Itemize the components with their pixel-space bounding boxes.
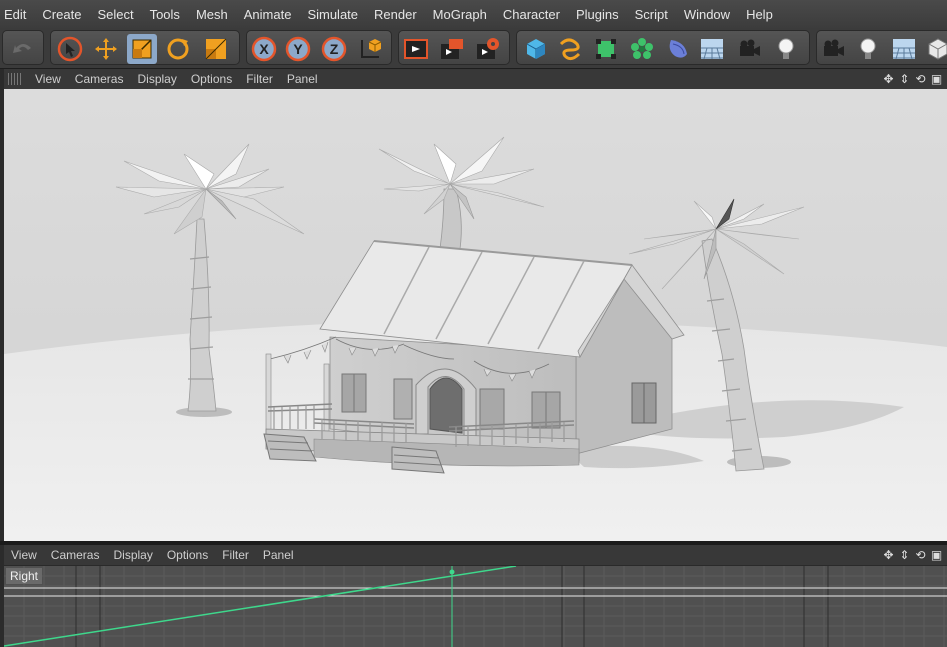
menu-animate[interactable]: Animate [236, 7, 300, 22]
camera-label: Right [6, 568, 43, 584]
viewport2-menu-cameras[interactable]: Cameras [44, 548, 107, 562]
render-picture-viewer-icon[interactable] [437, 34, 467, 64]
menu-create[interactable]: Create [34, 7, 89, 22]
orbit-icon-2[interactable]: ⟲ [914, 548, 927, 562]
viewport2-menu-display[interactable]: Display [106, 548, 159, 562]
render-view-icon[interactable] [401, 34, 431, 64]
render-group [398, 30, 510, 65]
nurbs-icon[interactable] [591, 34, 621, 64]
objects-group [516, 30, 810, 65]
orbit-icon[interactable]: ⟲ [914, 72, 927, 86]
scene-render [4, 136, 947, 541]
viewport-menubar-bottom: View Cameras Display Options Filter Pane… [4, 545, 947, 565]
viewport2-menu-options[interactable]: Options [160, 548, 215, 562]
maximize-icon-2[interactable]: ▣ [930, 548, 943, 562]
main-toolbar: X Y Z [0, 28, 947, 69]
menu-tools[interactable]: Tools [142, 7, 188, 22]
array-icon[interactable] [627, 34, 657, 64]
scene-group [816, 30, 947, 65]
menu-mesh[interactable]: Mesh [188, 7, 236, 22]
right-viewport[interactable]: Right [4, 566, 947, 647]
move-icon[interactable] [91, 34, 121, 64]
cube-icon-2[interactable] [923, 34, 947, 64]
floor-icon[interactable] [697, 34, 727, 64]
menu-window[interactable]: Window [676, 7, 738, 22]
menu-mograph[interactable]: MoGraph [425, 7, 495, 22]
live-selection-icon[interactable] [55, 34, 85, 64]
render-settings-icon[interactable] [473, 34, 503, 64]
undo-group [2, 30, 44, 65]
menu-script[interactable]: Script [627, 7, 676, 22]
floor-icon-2[interactable] [889, 34, 919, 64]
menu-edit[interactable]: Edit [0, 7, 34, 22]
rotate-icon[interactable] [163, 34, 193, 64]
maximize-icon[interactable]: ▣ [930, 72, 943, 86]
menu-select[interactable]: Select [89, 7, 141, 22]
viewport-menu-filter[interactable]: Filter [239, 72, 280, 86]
zoom-icon-2[interactable]: ⇕ [898, 548, 911, 562]
y-axis-icon[interactable]: Y [283, 34, 313, 64]
y-axis-label: Y [293, 41, 303, 57]
center-palm-tree [378, 136, 545, 250]
viewport-controls: ✥ ⇕ ⟲ ▣ [882, 72, 943, 86]
z-axis-label: Z [330, 41, 339, 57]
axis-group: X Y Z [246, 30, 392, 65]
scale-icon[interactable] [127, 34, 157, 64]
pan-icon[interactable]: ✥ [882, 72, 895, 86]
perspective-viewport[interactable] [4, 89, 947, 541]
viewport2-menu-view[interactable]: View [4, 548, 44, 562]
viewport-menu-options[interactable]: Options [184, 72, 239, 86]
menu-character[interactable]: Character [495, 7, 568, 22]
camera-icon-2[interactable] [819, 34, 849, 64]
viewport-menubar: View Cameras Display Options Filter Pane… [4, 69, 947, 89]
menu-help[interactable]: Help [738, 7, 781, 22]
camera-icon[interactable] [735, 34, 765, 64]
light-icon-2[interactable] [853, 34, 883, 64]
x-axis-label: X [259, 41, 269, 57]
viewport2-menu-panel[interactable]: Panel [256, 548, 301, 562]
viewport-menu-cameras[interactable]: Cameras [68, 72, 131, 86]
tools-group [50, 30, 240, 65]
spline-icon[interactable] [555, 34, 585, 64]
panel-grip-icon[interactable] [8, 73, 22, 85]
viewport-menu-view[interactable]: View [28, 72, 68, 86]
menu-render[interactable]: Render [366, 7, 425, 22]
deformer-icon[interactable] [663, 34, 693, 64]
z-axis-icon[interactable]: Z [319, 34, 349, 64]
pan-icon-2[interactable]: ✥ [882, 548, 895, 562]
recent-tool-icon[interactable] [201, 34, 231, 64]
zoom-icon[interactable]: ⇕ [898, 72, 911, 86]
light-icon[interactable] [771, 34, 801, 64]
menu-plugins[interactable]: Plugins [568, 7, 627, 22]
viewport2-controls: ✥ ⇕ ⟲ ▣ [882, 548, 943, 562]
undo-icon[interactable] [8, 34, 38, 64]
ortho-grid [4, 566, 947, 647]
viewport-menu-display[interactable]: Display [130, 72, 183, 86]
cube-icon[interactable] [521, 34, 551, 64]
menu-simulate[interactable]: Simulate [299, 7, 366, 22]
viewport-menu-panel[interactable]: Panel [280, 72, 325, 86]
world-coordinate-icon[interactable] [355, 34, 385, 64]
x-axis-icon[interactable]: X [249, 34, 279, 64]
menu-bar: Edit Create Select Tools Mesh Animate Si… [0, 0, 947, 29]
viewport2-menu-filter[interactable]: Filter [215, 548, 256, 562]
